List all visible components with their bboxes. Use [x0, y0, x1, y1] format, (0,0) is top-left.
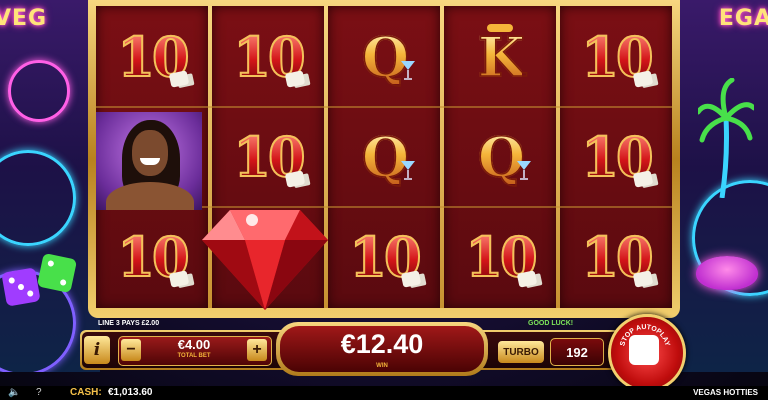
cash-label: CASH:: [70, 387, 102, 398]
symbol-ten: 10: [560, 8, 672, 106]
symbol-ten: 10: [560, 208, 672, 306]
symbol-ten: 10: [560, 108, 672, 206]
symbol-ten: 10: [328, 208, 440, 306]
cocktail-icon: [401, 161, 415, 180]
lips-icon: [696, 256, 758, 290]
help-button[interactable]: ?: [36, 387, 42, 398]
turbo-button[interactable]: TURBO: [498, 341, 544, 363]
total-bet-label: TOTAL BET: [177, 353, 211, 359]
right-decoration: EGA: [668, 0, 768, 372]
portrait-symbol: [96, 112, 202, 210]
symbol-queen: Q: [328, 108, 440, 206]
game-name: VEGAS HOTTIES: [693, 388, 758, 397]
symbol-ten: 10: [96, 208, 208, 306]
left-neon-sign: VEG: [0, 6, 48, 31]
symbol-ten: 10: [444, 208, 556, 306]
right-neon-sign: EGA: [718, 6, 768, 31]
total-bet-value: €4.00: [177, 337, 211, 352]
win-value: €12.40: [340, 329, 424, 359]
info-button[interactable]: i: [84, 336, 110, 364]
symbol-queen: Q: [444, 108, 556, 206]
cocktail-icon: [517, 161, 531, 180]
green-dice-icon: [36, 252, 78, 294]
increase-bet-button[interactable]: +: [247, 339, 267, 361]
symbol-queen: Q: [328, 8, 440, 106]
cash-value: €1,013.60: [108, 387, 153, 398]
cocktail-neon-icon: [8, 60, 70, 122]
cocktail-icon: [401, 61, 415, 80]
symbol-label: K: [477, 25, 525, 89]
ruby-gem-symbol: [202, 210, 328, 310]
status-message: GOOD LUCK!: [528, 320, 574, 327]
autoplay-counter: 192: [550, 338, 604, 366]
decrease-bet-button[interactable]: −: [121, 339, 141, 361]
hat-icon: [487, 24, 513, 32]
shoulders: [106, 182, 194, 210]
purple-dice-icon: [1, 267, 41, 307]
symbol-ten: 10: [212, 8, 324, 106]
game-stage: VEG EGA 10 10 Q K 10 10 Q Q 10 10 10 10 …: [0, 0, 768, 400]
stop-icon[interactable]: [629, 335, 659, 365]
win-label: WIN: [376, 363, 388, 369]
symbol-king: K: [444, 8, 556, 106]
symbol-ten: 10: [212, 108, 324, 206]
speaker-icon[interactable]: 🔈: [8, 387, 20, 398]
symbol-ten: 10: [96, 8, 208, 106]
neon-ring-icon: [0, 150, 76, 246]
face: [132, 130, 168, 176]
line-win-text: LINE 3 PAYS £2.00: [98, 320, 160, 327]
left-decoration: VEG: [0, 0, 100, 372]
